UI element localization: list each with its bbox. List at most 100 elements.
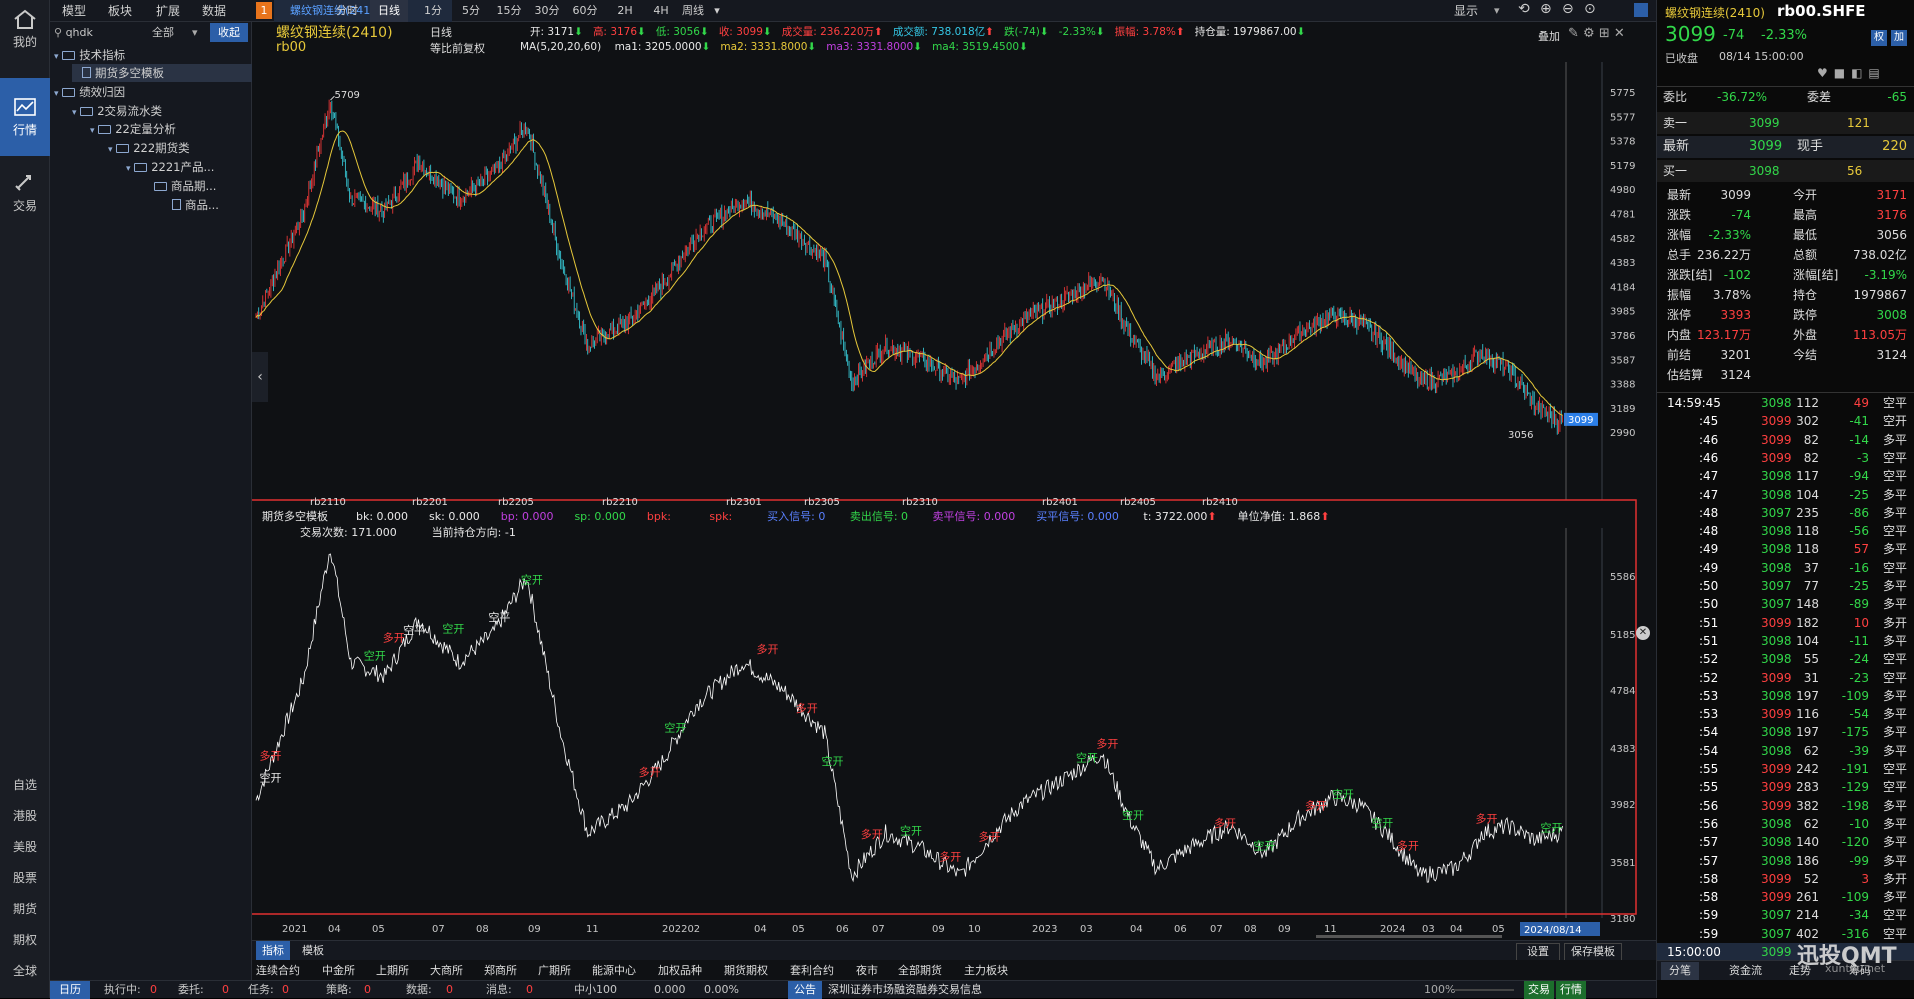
sell1-price[interactable]: 3099 <box>1749 114 1780 132</box>
nav-bottom-0[interactable]: 自选 <box>0 776 50 796</box>
menu-extend[interactable]: 扩展 <box>156 0 180 22</box>
market-tab-12[interactable]: 主力板块 <box>964 962 1008 978</box>
expand-arrow-icon[interactable]: ▾ <box>54 89 59 99</box>
tree-item-7[interactable]: 商品期... <box>144 177 216 195</box>
chevron-down-icon[interactable]: ▾ <box>1494 4 1500 17</box>
zoom-level[interactable]: 100% <box>1424 981 1455 999</box>
tree-item-4[interactable]: ▾ 22定量分析 <box>90 120 176 138</box>
timeframe-9[interactable]: 周线 <box>674 0 712 22</box>
market-tab-5[interactable]: 广期所 <box>538 962 571 978</box>
date-tick: 05 <box>372 924 385 935</box>
tab-template[interactable]: 模板 <box>296 941 330 961</box>
market-tab-7[interactable]: 加权品种 <box>658 962 702 978</box>
zoom-in-icon[interactable]: ⊕ <box>1540 1 1552 17</box>
nav-bottom-1[interactable]: 港股 <box>0 807 50 827</box>
zoom-out-icon[interactable]: ⊖ <box>1562 1 1574 17</box>
market-tab-1[interactable]: 中金所 <box>322 962 355 978</box>
right-icon-1[interactable]: 权 <box>1871 30 1887 46</box>
tree-item-0[interactable]: ▾ 技术指标 <box>54 46 125 64</box>
refresh-icon[interactable]: ⟲ <box>1518 1 1530 17</box>
tree-search[interactable]: ⚲ qhdk <box>54 24 150 42</box>
expand-arrow-icon[interactable]: ▾ <box>54 52 59 62</box>
tree-item-3[interactable]: ▾ 2交易流水类 <box>72 102 162 120</box>
timeframe-3[interactable]: 5分 <box>452 0 490 22</box>
wc-label: 委差 <box>1807 90 1832 104</box>
fullscreen-icon[interactable]: ⊙ <box>1584 1 1596 17</box>
market-tab-2[interactable]: 上期所 <box>376 962 409 978</box>
tick-time: :58 <box>1699 871 1719 886</box>
expand-arrow-icon[interactable]: ▾ <box>90 126 95 136</box>
tree-item-5[interactable]: ▾ 222期货类 <box>108 139 190 157</box>
contract-label: rb2210 <box>602 497 638 508</box>
filter-chevron-icon[interactable]: ▾ <box>192 26 198 39</box>
market-tab-11[interactable]: 全部期货 <box>898 962 942 978</box>
save-template-button[interactable]: 保存模板 <box>1564 943 1622 961</box>
menu-data[interactable]: 数据 <box>202 0 226 22</box>
tick-price: 3098 <box>1761 816 1792 831</box>
timeframe-2[interactable]: 1分 <box>414 0 452 22</box>
market-tab-8[interactable]: 期货期权 <box>724 962 768 978</box>
buy1-price[interactable]: 3098 <box>1749 162 1780 180</box>
market-tab-3[interactable]: 大商所 <box>430 962 463 978</box>
calendar-button[interactable]: 日历 <box>50 981 90 999</box>
market-tab-4[interactable]: 郑商所 <box>484 962 517 978</box>
kline-chart[interactable]: 5775 5577 5378 5179 4980 4781 4582 4383 4184 3985… <box>252 22 1656 966</box>
tick-type: 多平 <box>1882 707 1907 722</box>
zoom-slider[interactable] <box>1454 989 1514 991</box>
nav-bottom-6[interactable]: 全球 <box>0 962 50 982</box>
collapse-button[interactable]: 收起 <box>210 23 248 42</box>
timeframe-7[interactable]: 2H <box>606 0 644 22</box>
market-tab-0[interactable]: 连续合约 <box>256 962 300 978</box>
tab-indicator[interactable]: 指标 <box>256 941 290 961</box>
menu-model[interactable]: 模型 <box>62 0 86 22</box>
close-indicator-icon[interactable]: ✕ <box>1636 626 1650 640</box>
nav-bottom-3[interactable]: 股票 <box>0 869 50 889</box>
nav-quote[interactable]: 行情 <box>0 78 50 156</box>
panel-icons[interactable]: ♥■◧▤ <box>1817 66 1886 80</box>
nav-bottom-5[interactable]: 期权 <box>0 931 50 951</box>
market-tab-6[interactable]: 能源中心 <box>592 962 636 978</box>
candles[interactable] <box>255 99 1564 435</box>
expand-arrow-icon[interactable]: ▾ <box>126 164 131 174</box>
tick-time: :57 <box>1699 853 1719 868</box>
tree-item-6[interactable]: ▾ 2221产品... <box>126 158 214 176</box>
display-menu[interactable]: 显示 <box>1454 0 1478 22</box>
tree-item-8[interactable]: 商品... <box>162 196 219 214</box>
trade-status-button[interactable]: 交易 <box>1524 981 1554 999</box>
right-icon-2[interactable]: 加 <box>1891 30 1907 46</box>
market-tab-10[interactable]: 夜市 <box>856 962 878 978</box>
timeframe-6[interactable]: 60分 <box>566 0 604 22</box>
settings-button[interactable]: 设置 <box>1516 943 1560 961</box>
field-value: 3124 <box>1720 368 1751 382</box>
nav-home[interactable]: 我的 <box>0 8 50 62</box>
tree-item-2[interactable]: ▾ 绩效归因 <box>54 83 125 101</box>
nav-bottom-4[interactable]: 期货 <box>0 900 50 920</box>
panel-tab-1[interactable]: 资金流 <box>1721 962 1770 980</box>
expand-arrow-icon[interactable]: ▾ <box>108 145 113 155</box>
timeframe-5[interactable]: 30分 <box>528 0 566 22</box>
tree-item-1[interactable]: 期货多空模板 <box>72 64 252 82</box>
chart-area[interactable]: 螺纹钢连续(2410) rb00 日线 等比前复权 开: 3171⬇ 高: 31… <box>252 22 1656 980</box>
panel-toggle-icon[interactable] <box>1634 3 1648 17</box>
expand-arrow-icon[interactable]: ▾ <box>72 108 77 118</box>
date-tick: 04 <box>1450 924 1463 935</box>
field-row-4: 涨跌[结] -102 涨幅[结] -3.19% <box>1657 266 1914 284</box>
timeframe-4[interactable]: 15分 <box>490 0 528 22</box>
nav-bottom-2[interactable]: 美股 <box>0 838 50 858</box>
panel-tab-0[interactable]: 分笔 <box>1661 962 1699 980</box>
menu-sector[interactable]: 板块 <box>108 0 132 22</box>
tree-filter[interactable]: 全部 <box>152 24 174 42</box>
signal-label: 空开 <box>1076 750 1098 764</box>
timeframe-0[interactable]: 分时 <box>328 0 366 22</box>
nav-trade[interactable]: 交易 <box>0 172 50 226</box>
chart-scrollbar[interactable] <box>1316 935 1502 938</box>
date-tick: 03 <box>1422 924 1435 935</box>
timeframe-1[interactable]: 日线 <box>370 0 408 22</box>
notice-text[interactable]: 深圳证券市场融资融券交易信息 <box>828 981 982 999</box>
more-timeframes-icon[interactable]: ▾ <box>710 0 724 22</box>
market-tab-9[interactable]: 套利合约 <box>790 962 834 978</box>
field-row-1: 涨跌 -74 最高 3176 <box>1657 206 1914 224</box>
quote-status-button[interactable]: 行情 <box>1556 981 1586 999</box>
search-input[interactable]: qhdk <box>66 26 93 39</box>
tick-time: :51 <box>1699 615 1719 630</box>
